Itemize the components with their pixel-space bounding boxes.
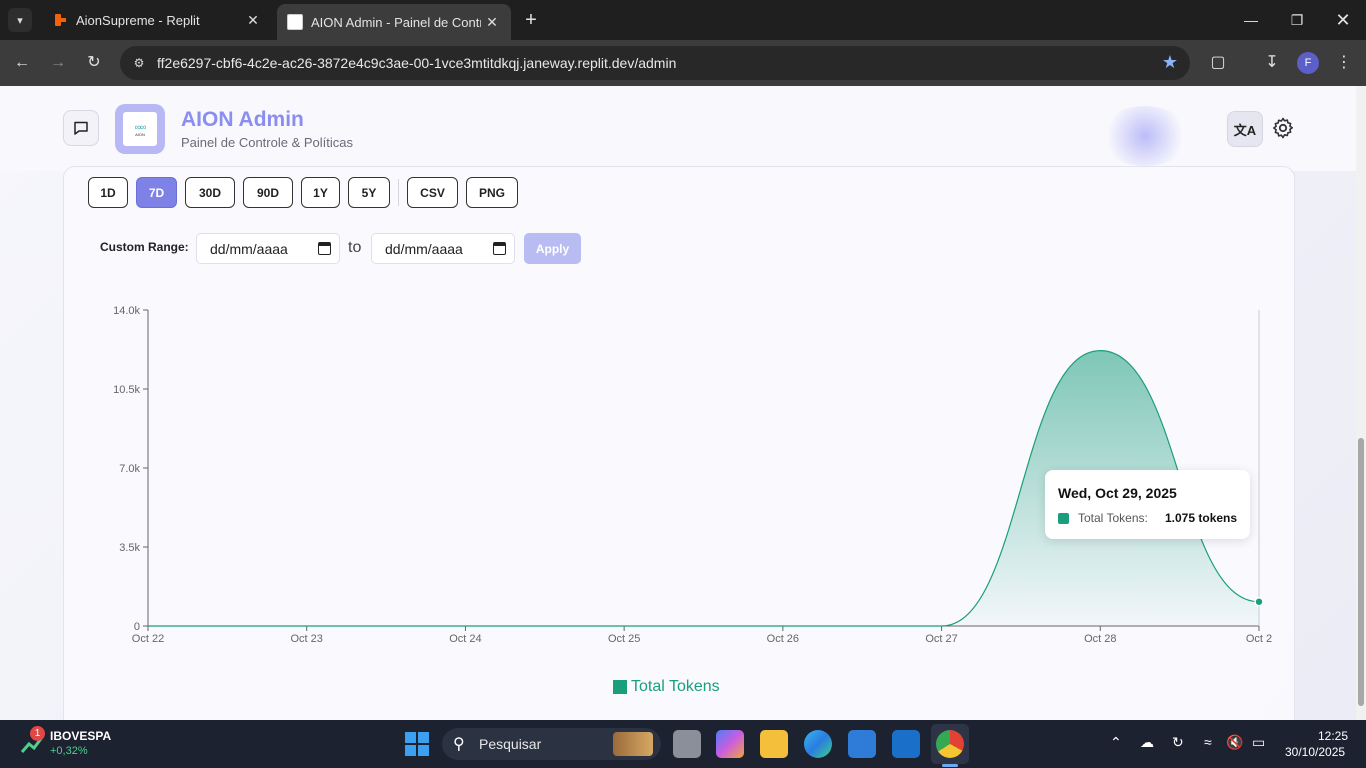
notification-badge: 1 bbox=[30, 726, 45, 741]
scrollbar-thumb[interactable] bbox=[1358, 438, 1364, 706]
clock-date[interactable]: 30/10/2025 bbox=[1285, 745, 1345, 759]
url-text: ff2e6297-cbf6-4c2e-ac26-3872e4c9c3ae-00-… bbox=[157, 55, 677, 71]
stock-change: +0,32% bbox=[50, 745, 88, 757]
site-info-icon[interactable]: ⚙ bbox=[130, 54, 148, 72]
tab-title: AionSupreme - Replit bbox=[76, 12, 200, 28]
back-arrow-icon[interactable]: ← bbox=[10, 51, 34, 75]
forward-arrow-icon[interactable]: → bbox=[46, 51, 70, 75]
tooltip-key: Total Tokens: bbox=[1078, 511, 1148, 525]
legend-label: Total Tokens bbox=[631, 678, 720, 695]
browser-tab-strip: ▾ AionSupreme - Replit ✕ AION Admin - Pa… bbox=[0, 0, 1366, 40]
m365-copilot-icon[interactable] bbox=[716, 730, 744, 758]
volume-muted-icon[interactable]: 🔇 bbox=[1226, 734, 1243, 751]
x-tick-label: Oct 25 bbox=[608, 633, 640, 645]
wifi-icon[interactable]: ≈ bbox=[1204, 734, 1212, 750]
browser-menu-kebab-icon[interactable]: ⋮ bbox=[1332, 51, 1356, 75]
x-tick-label: Oct 24 bbox=[449, 633, 481, 645]
edge-browser-icon[interactable] bbox=[804, 730, 832, 758]
battery-icon[interactable]: ▭ bbox=[1252, 734, 1265, 751]
tooltip-swatch bbox=[1058, 513, 1069, 524]
tab-search-chevron-icon[interactable]: ▾ bbox=[8, 8, 32, 32]
taskbar-search[interactable]: ⚲ Pesquisar bbox=[442, 728, 661, 760]
browser-toolbar: ← → ↻ ⚙ ff2e6297-cbf6-4c2e-ac26-3872e4c9… bbox=[0, 40, 1366, 86]
x-tick-label: Oct 28 bbox=[1084, 633, 1116, 645]
download-icon[interactable]: ↧ bbox=[1260, 51, 1284, 75]
active-data-point bbox=[1254, 596, 1264, 607]
reload-icon[interactable]: ↻ bbox=[82, 51, 106, 75]
active-app-indicator bbox=[942, 764, 958, 767]
aion-favicon-icon bbox=[287, 14, 303, 30]
clock-time[interactable]: 12:25 bbox=[1318, 729, 1348, 743]
update-icon[interactable]: ↻ bbox=[1172, 734, 1184, 751]
windows-start-icon[interactable] bbox=[405, 732, 429, 756]
outlook-icon[interactable] bbox=[892, 730, 920, 758]
extensions-puzzle-icon[interactable]: ▢ bbox=[1206, 51, 1230, 75]
address-bar[interactable]: ⚙ ff2e6297-cbf6-4c2e-ac26-3872e4c9c3ae-0… bbox=[120, 46, 1190, 80]
x-tick-label: Oct 23 bbox=[291, 633, 323, 645]
search-highlight-image bbox=[613, 732, 653, 756]
legend-swatch bbox=[613, 680, 627, 694]
x-tick-label: Oct 2 bbox=[1246, 633, 1272, 645]
microsoft-store-icon[interactable] bbox=[848, 730, 876, 758]
close-window-icon[interactable]: ✕ bbox=[1328, 8, 1358, 32]
x-tick-label: Oct 27 bbox=[925, 633, 957, 645]
chart-legend[interactable]: Total Tokens bbox=[613, 678, 720, 696]
replit-favicon-icon bbox=[52, 12, 68, 28]
stock-name[interactable]: IBOVESPA bbox=[50, 729, 111, 743]
y-tick-label: 10.5k bbox=[113, 384, 140, 396]
search-icon: ⚲ bbox=[453, 736, 465, 753]
y-tick-label: 7.0k bbox=[119, 463, 140, 475]
admin-page: ∞∞ AION AION Admin Painel de Controle & … bbox=[0, 86, 1366, 720]
bookmark-star-icon[interactable]: ★ bbox=[1162, 52, 1178, 73]
chart-tooltip: Wed, Oct 29, 2025 Total Tokens: 1.075 to… bbox=[1045, 470, 1250, 539]
search-placeholder: Pesquisar bbox=[479, 736, 542, 752]
y-tick-label: 14.0k bbox=[113, 305, 140, 317]
tab-close-icon[interactable]: ✕ bbox=[481, 14, 503, 31]
new-tab-icon[interactable]: + bbox=[520, 8, 542, 32]
x-tick-label: Oct 26 bbox=[767, 633, 799, 645]
tokens-area-chart[interactable]: 0 3.5k 7.0k 10.5k 14.0k Oct 22 Oct 23 Oct 24 Oct… bbox=[0, 86, 1356, 720]
tab-aionsupreme-replit[interactable]: AionSupreme - Replit ✕ bbox=[40, 0, 272, 40]
tab-title: AION Admin - Painel de Contro bbox=[311, 14, 481, 30]
y-tick-label: 3.5k bbox=[119, 542, 140, 554]
tooltip-value: 1.075 tokens bbox=[1165, 511, 1238, 525]
tab-aion-admin[interactable]: AION Admin - Painel de Contro ✕ bbox=[277, 4, 511, 40]
tooltip-title: Wed, Oct 29, 2025 bbox=[1058, 485, 1177, 501]
minimize-icon[interactable]: — bbox=[1236, 8, 1266, 32]
task-view-icon[interactable] bbox=[673, 730, 701, 758]
tab-close-icon[interactable]: ✕ bbox=[242, 12, 264, 29]
file-explorer-icon[interactable] bbox=[760, 730, 788, 758]
y-tick-label: 0 bbox=[134, 621, 140, 633]
tray-chevron-up-icon[interactable]: ⌃ bbox=[1110, 734, 1122, 751]
chrome-icon[interactable] bbox=[936, 730, 964, 758]
cloud-sync-icon[interactable]: ☁ bbox=[1140, 734, 1154, 751]
x-tick-label: Oct 22 bbox=[132, 633, 164, 645]
windows-taskbar: 1 IBOVESPA +0,32% ⚲ Pesquisar ⌃ ☁ ↻ ≈ 🔇 … bbox=[0, 720, 1366, 768]
profile-avatar[interactable]: F bbox=[1297, 52, 1319, 74]
restore-icon[interactable]: ❐ bbox=[1282, 8, 1312, 32]
